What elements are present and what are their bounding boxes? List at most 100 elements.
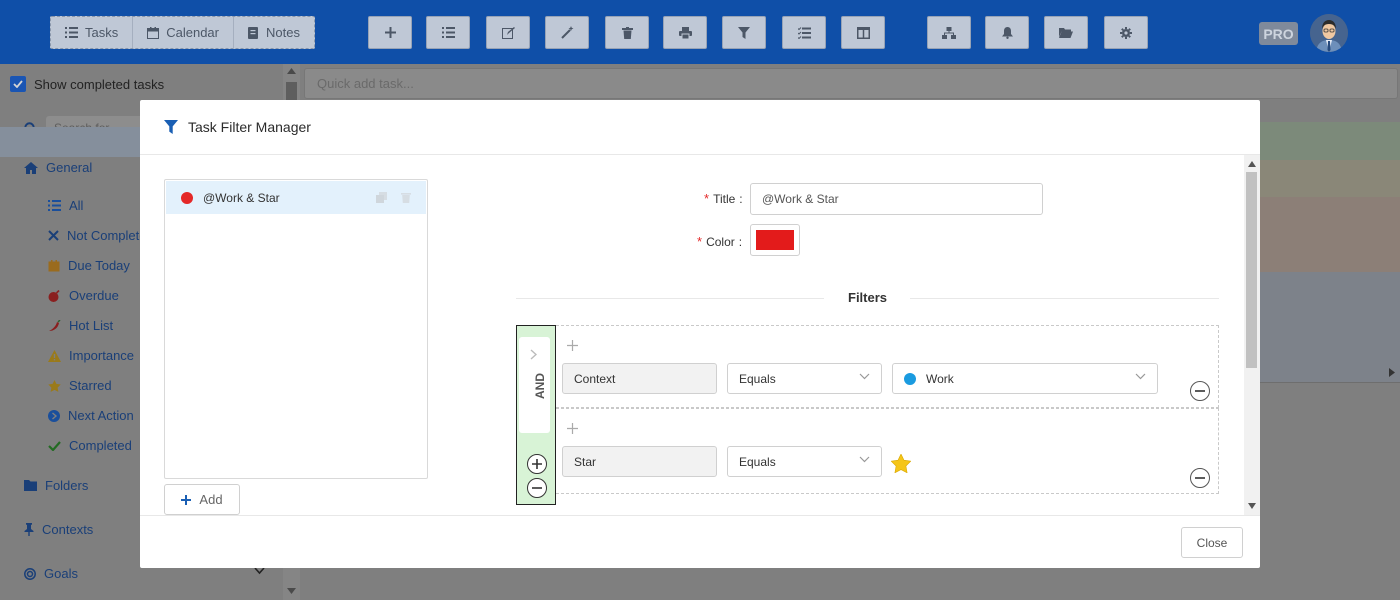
- task-row-band: [1260, 160, 1400, 197]
- chevron-right-icon[interactable]: [530, 349, 537, 360]
- sidebar-item-overdue[interactable]: Overdue: [48, 288, 119, 303]
- sidebar-item-next-action[interactable]: Next Action: [48, 408, 134, 423]
- filter-list: @Work & Star: [164, 179, 428, 479]
- sidebar-scroll-thumb[interactable]: [286, 82, 297, 100]
- sidebar-section-label: General: [46, 160, 93, 175]
- add-rule-button[interactable]: [527, 454, 547, 474]
- trash-icon[interactable]: [401, 192, 411, 203]
- drag-handle-icon[interactable]: [567, 340, 578, 351]
- tab-notes[interactable]: Notes: [234, 17, 314, 48]
- filter-group-operator: AND: [516, 325, 556, 505]
- tab-tasks[interactable]: Tasks: [51, 17, 134, 48]
- sidebar-section-goals[interactable]: Goals: [24, 566, 78, 581]
- remove-rule-button[interactable]: [1190, 468, 1210, 488]
- color-swatch: [756, 230, 794, 250]
- add-filter-button[interactable]: Add: [164, 484, 240, 515]
- scroll-down-icon[interactable]: [1248, 503, 1256, 509]
- close-button[interactable]: Close: [1181, 527, 1243, 558]
- sidebar-section-label: Goals: [44, 566, 78, 581]
- rule-operator-select[interactable]: Equals: [727, 363, 882, 394]
- bomb-icon: [48, 289, 61, 302]
- show-completed-toggle[interactable]: Show completed tasks: [10, 76, 164, 92]
- title-input[interactable]: @Work & Star: [750, 183, 1043, 215]
- divider: [910, 298, 1219, 299]
- minus-icon: [532, 487, 542, 489]
- sidebar-item-all[interactable]: All: [48, 198, 83, 213]
- rule-value-select[interactable]: Work: [892, 363, 1158, 394]
- add-task-button[interactable]: [368, 16, 412, 49]
- filter-button[interactable]: [722, 16, 766, 49]
- star-icon: [48, 379, 61, 392]
- tab-calendar[interactable]: Calendar: [133, 17, 234, 48]
- dialog-scroll-thumb[interactable]: [1246, 172, 1257, 368]
- drag-handle-icon[interactable]: [567, 423, 578, 434]
- tab-notes-label: Notes: [266, 25, 300, 40]
- sidebar-section-folders[interactable]: Folders: [24, 478, 88, 493]
- sidebar-item-importance[interactable]: Importance: [48, 348, 134, 363]
- scroll-up-icon[interactable]: [1248, 161, 1256, 167]
- quick-add-input[interactable]: Quick add task...: [304, 68, 1398, 99]
- add-filter-label: Add: [199, 492, 223, 507]
- avatar[interactable]: [1310, 14, 1348, 52]
- filter-color-dot: [181, 191, 193, 204]
- filter-icon: [164, 120, 178, 134]
- filter-list-item[interactable]: @Work & Star: [166, 181, 426, 214]
- plus-icon: [532, 459, 542, 469]
- hierarchy-button[interactable]: [927, 16, 971, 49]
- delete-button[interactable]: [605, 16, 649, 49]
- folder-icon: [24, 480, 37, 491]
- sidebar-item-hot-list[interactable]: Hot List: [48, 318, 113, 333]
- color-label-text: Color: [706, 234, 735, 249]
- color-field-label: * Color:: [697, 234, 742, 249]
- required-marker: *: [697, 234, 703, 249]
- checklist-button[interactable]: [782, 16, 826, 49]
- view-switcher: Tasks Calendar Notes: [50, 16, 315, 49]
- scroll-down-icon[interactable]: [287, 588, 296, 594]
- scroll-up-icon[interactable]: [287, 68, 296, 74]
- sidebar-item-due-today[interactable]: Due Today: [48, 258, 130, 273]
- chevron-right-icon[interactable]: [1389, 368, 1395, 377]
- edit-button[interactable]: [486, 16, 530, 49]
- sidebar-item-label: All: [69, 198, 84, 213]
- folder-open-icon: [1059, 28, 1073, 38]
- label-colon: :: [738, 234, 743, 249]
- open-folder-button[interactable]: [1044, 16, 1088, 49]
- rule-field-select[interactable]: Context: [562, 363, 717, 394]
- sidebar-item-completed[interactable]: Completed: [48, 438, 132, 453]
- warning-icon: [48, 349, 61, 362]
- settings-button[interactable]: [1104, 16, 1148, 49]
- checkbox[interactable]: [10, 76, 26, 92]
- pro-badge[interactable]: PRO: [1259, 22, 1298, 45]
- list-view-button[interactable]: [426, 16, 470, 49]
- x-icon: [48, 230, 59, 241]
- sidebar-section-label: Contexts: [42, 522, 94, 537]
- star-icon[interactable]: [891, 454, 911, 473]
- remove-rule-button[interactable]: [1190, 381, 1210, 401]
- notifications-button[interactable]: [985, 16, 1029, 49]
- rule-operator-value: Equals: [739, 455, 776, 469]
- sidebar-section-general[interactable]: General: [24, 160, 92, 175]
- and-toggle[interactable]: AND: [519, 337, 550, 433]
- magic-button[interactable]: [545, 16, 589, 49]
- filter-icon: [738, 26, 750, 39]
- calendar-icon: [48, 259, 60, 272]
- check-icon: [13, 80, 23, 88]
- rule-field-select[interactable]: Star: [562, 446, 717, 477]
- sidebar-item-label: Completed: [69, 438, 132, 453]
- remove-group-button[interactable]: [527, 478, 547, 498]
- filter-name: @Work & Star: [203, 190, 280, 205]
- print-button[interactable]: [663, 16, 707, 49]
- copy-icon[interactable]: [376, 192, 387, 203]
- color-picker[interactable]: [750, 224, 800, 256]
- title-label-text: Title: [713, 191, 736, 206]
- sidebar-item-starred[interactable]: Starred: [48, 378, 112, 393]
- list-icon: [65, 27, 78, 38]
- notes-icon: [248, 26, 258, 39]
- sidebar-section-contexts[interactable]: Contexts: [24, 522, 93, 537]
- sidebar-item-not-complete[interactable]: Not Complete: [48, 228, 146, 243]
- rule-operator-select[interactable]: Equals: [727, 446, 882, 477]
- dialog-title: Task Filter Manager: [188, 119, 311, 135]
- columns-button[interactable]: [841, 16, 885, 49]
- sidebar-item-label: Overdue: [69, 288, 119, 303]
- chevron-down-icon[interactable]: [254, 567, 265, 575]
